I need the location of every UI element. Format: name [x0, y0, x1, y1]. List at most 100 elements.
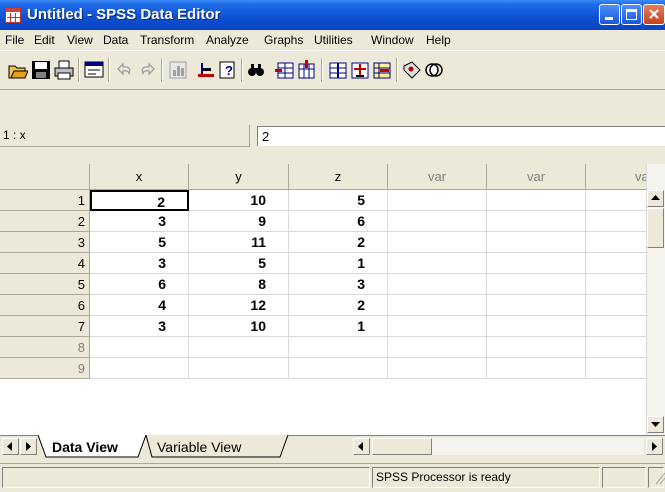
menu-help[interactable]: Help: [426, 33, 451, 47]
grid-cell[interactable]: [586, 253, 646, 274]
save-icon[interactable]: [31, 60, 51, 80]
grid-cell[interactable]: [586, 190, 646, 211]
spss-app-icon[interactable]: [5, 7, 21, 23]
grid-cell[interactable]: [586, 316, 646, 337]
grid-cell[interactable]: [388, 295, 487, 316]
grid-cell[interactable]: [189, 337, 289, 358]
hscroll-thumb[interactable]: [372, 438, 432, 455]
insert-variable-icon[interactable]: [297, 60, 317, 80]
value-labels-icon[interactable]: [402, 60, 422, 80]
weight-cases-icon[interactable]: [350, 60, 370, 80]
grid-cell[interactable]: [487, 211, 586, 232]
size-grip[interactable]: [648, 467, 665, 488]
grid-cell[interactable]: 5: [289, 190, 388, 211]
grid-cell[interactable]: [388, 232, 487, 253]
menu-graphs[interactable]: Graphs: [264, 33, 303, 47]
grid-cell[interactable]: [487, 316, 586, 337]
grid-cell[interactable]: [586, 295, 646, 316]
grid-cell[interactable]: 3: [289, 274, 388, 295]
grid-cell[interactable]: 2: [289, 232, 388, 253]
column-header-y[interactable]: y: [189, 164, 289, 190]
grid-cell[interactable]: [388, 190, 487, 211]
grid-cell[interactable]: [90, 358, 189, 379]
grid-cell[interactable]: 5: [189, 253, 289, 274]
grid-cell[interactable]: [586, 274, 646, 295]
grid-cell[interactable]: [586, 232, 646, 253]
grid-cell[interactable]: [388, 337, 487, 358]
row-header[interactable]: 7: [0, 316, 90, 337]
grid-cell[interactable]: [487, 190, 586, 211]
insert-cases-icon[interactable]: [275, 60, 295, 80]
grid-cell[interactable]: [487, 232, 586, 253]
goto-chart-icon[interactable]: [168, 60, 188, 80]
grid-cell[interactable]: [388, 274, 487, 295]
scroll-down-button[interactable]: [647, 416, 664, 433]
grid-cell[interactable]: [487, 337, 586, 358]
grid-cell[interactable]: [289, 358, 388, 379]
column-header-x[interactable]: x: [90, 164, 189, 190]
select-cases-icon[interactable]: [372, 60, 392, 80]
grid-cell[interactable]: 2: [90, 190, 189, 211]
grid-cell[interactable]: [189, 358, 289, 379]
menu-file[interactable]: File: [5, 33, 24, 47]
row-header[interactable]: 4: [0, 253, 90, 274]
tab-variable-view[interactable]: Variable View: [157, 439, 241, 455]
grid-cell[interactable]: [388, 253, 487, 274]
dialog-recall-icon[interactable]: [84, 60, 104, 80]
row-header[interactable]: 2: [0, 211, 90, 232]
menu-analyze[interactable]: Analyze: [206, 33, 249, 47]
hscroll-track[interactable]: [432, 438, 644, 455]
grid-cell[interactable]: 6: [90, 274, 189, 295]
grid-cell[interactable]: 9: [189, 211, 289, 232]
row-header[interactable]: 5: [0, 274, 90, 295]
column-header-var[interactable]: var: [487, 164, 586, 190]
grid-cell[interactable]: 3: [90, 211, 189, 232]
grid-corner[interactable]: [0, 164, 90, 190]
grid-cell[interactable]: 4: [90, 295, 189, 316]
goto-case-icon[interactable]: [196, 60, 216, 80]
tab-data-view[interactable]: Data View: [52, 439, 118, 455]
menu-window[interactable]: Window: [371, 33, 414, 47]
use-sets-icon[interactable]: [424, 60, 444, 80]
grid-cell[interactable]: 10: [189, 190, 289, 211]
menu-utilities[interactable]: Utilities: [314, 33, 353, 47]
row-header[interactable]: 8: [0, 337, 90, 358]
grid-cell[interactable]: 3: [90, 253, 189, 274]
grid-cell[interactable]: 1: [289, 316, 388, 337]
grid-cell[interactable]: 3: [90, 316, 189, 337]
undo-icon[interactable]: [115, 60, 135, 80]
find-icon[interactable]: [246, 60, 266, 80]
variables-icon[interactable]: ?: [218, 60, 238, 80]
hscroll-right-button[interactable]: [646, 438, 663, 455]
menu-data[interactable]: Data: [103, 33, 128, 47]
grid-cell[interactable]: [289, 337, 388, 358]
scroll-thumb[interactable]: [647, 208, 664, 248]
grid-cell[interactable]: [487, 295, 586, 316]
column-header-var[interactable]: var: [586, 164, 646, 190]
scroll-up-button[interactable]: [647, 190, 664, 207]
row-header[interactable]: 3: [0, 232, 90, 253]
grid-cell[interactable]: [586, 337, 646, 358]
grid-cell[interactable]: [388, 358, 487, 379]
grid-cell[interactable]: [487, 274, 586, 295]
row-header[interactable]: 1: [0, 190, 90, 211]
grid-cell[interactable]: [586, 211, 646, 232]
grid-cell[interactable]: 11: [189, 232, 289, 253]
grid-cell[interactable]: [586, 358, 646, 379]
hscroll-left-button[interactable]: [353, 438, 370, 455]
row-header[interactable]: 6: [0, 295, 90, 316]
redo-icon[interactable]: [137, 60, 157, 80]
grid-cell[interactable]: [388, 211, 487, 232]
tab-scroll-left-button[interactable]: [2, 438, 19, 455]
grid-cell[interactable]: 8: [189, 274, 289, 295]
print-icon[interactable]: [54, 60, 74, 80]
vertical-scrollbar[interactable]: [646, 164, 665, 435]
tab-scroll-right-button[interactable]: [20, 438, 37, 455]
grid-cell[interactable]: [90, 337, 189, 358]
menu-view[interactable]: View: [67, 33, 93, 47]
grid-cell[interactable]: [388, 316, 487, 337]
column-header-z[interactable]: z: [289, 164, 388, 190]
split-file-icon[interactable]: [328, 60, 348, 80]
grid-cell[interactable]: 5: [90, 232, 189, 253]
grid-cell[interactable]: [487, 358, 586, 379]
